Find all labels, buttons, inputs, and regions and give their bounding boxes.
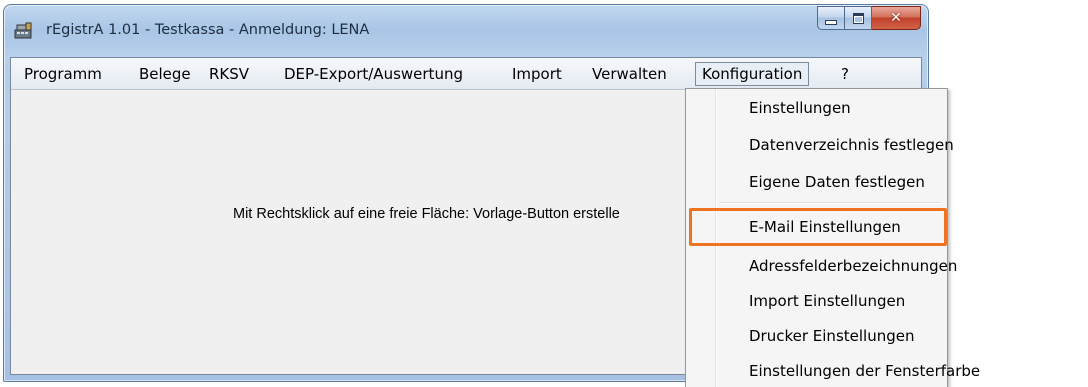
window-controls: ✕ [817,6,921,32]
close-icon: ✕ [890,10,902,26]
menu-item-einstellungen[interactable]: Einstellungen [689,93,944,123]
window-title: rEgistrA 1.01 - Testkassa - Anmeldung: L… [46,22,370,38]
title-bar[interactable]: rEgistrA 1.01 - Testkassa - Anmeldung: L… [4,5,928,55]
maximize-icon [852,12,864,24]
menu-programm[interactable]: Programm [24,58,102,90]
close-button[interactable]: ✕ [872,6,921,30]
menu-rksv[interactable]: RKSV [209,58,249,90]
empty-area-hint: Mit Rechtsklick auf eine freie Fläche: V… [233,206,620,222]
menu-dep-export[interactable]: DEP-Export/Auswertung [284,58,463,90]
minimize-button[interactable] [817,6,845,30]
menu-help[interactable]: ? [841,58,849,90]
menu-bar: Programm Belege RKSV DEP-Export/Auswertu… [11,58,921,90]
menu-import[interactable]: Import [512,58,562,90]
menu-item-import-einstellungen[interactable]: Import Einstellungen [689,286,944,316]
menu-separator [719,202,941,204]
menu-belege[interactable]: Belege [139,58,191,90]
menu-item-drucker-einstellungen[interactable]: Drucker Einstellungen [689,321,944,351]
maximize-button[interactable] [845,6,872,30]
menu-item-datenverzeichnis[interactable]: Datenverzeichnis festlegen [689,130,954,160]
menu-item-adressfelder[interactable]: Adressfelderbezeichnungen [689,251,957,281]
menu-item-eigene-daten[interactable]: Eigene Daten festlegen [689,167,944,197]
register-app-icon[interactable] [12,21,34,41]
highlight-frame [689,208,947,246]
menu-verwalten[interactable]: Verwalten [592,58,667,90]
minimize-icon [825,20,837,25]
menu-item-fensterfarbe[interactable]: Einstellungen der Fensterfarbe [689,356,980,386]
menu-konfiguration[interactable]: Konfiguration [695,62,810,86]
